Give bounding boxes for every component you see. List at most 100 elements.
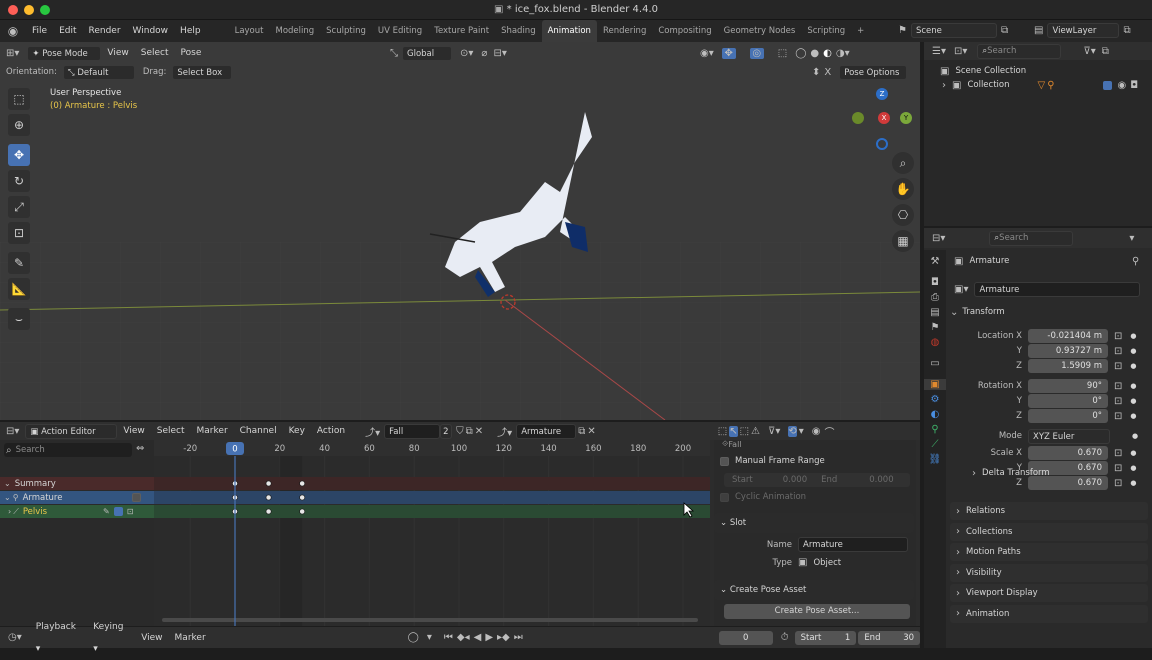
transform-tool-icon[interactable]: ⊡ — [8, 222, 30, 244]
scale-tool-icon[interactable]: ⤢ — [8, 196, 30, 218]
play-reverse-icon[interactable]: ◀ — [474, 632, 482, 643]
gizmo-toggle-icon[interactable]: ✥ — [721, 47, 736, 59]
menu-render[interactable]: Render — [83, 20, 127, 42]
rotation-y-field[interactable]: 0° — [1028, 394, 1108, 408]
show-hidden-icon[interactable]: ↖ — [729, 425, 738, 437]
bone-tab-icon[interactable]: ⟋ — [924, 439, 946, 450]
transform-panel-header[interactable]: ⌄ Transform — [950, 304, 1148, 320]
lock-icon[interactable]: ⊡ — [1114, 361, 1122, 372]
location-z-field[interactable]: 1.5909 m — [1028, 359, 1108, 373]
lock-icon[interactable]: ⊡ — [127, 507, 134, 516]
panel-motion-paths[interactable]: › Motion Paths — [950, 543, 1148, 561]
timeline-menu-view[interactable]: View — [135, 627, 168, 649]
shading-rendered-icon[interactable]: ◑▾ — [836, 48, 850, 59]
breakdowner-tool-icon[interactable]: ⌣ — [8, 308, 30, 330]
shading-wire-icon[interactable]: ◯ — [795, 48, 806, 59]
menu-edit[interactable]: Edit — [53, 20, 82, 42]
rotation-z-field[interactable]: 0° — [1028, 409, 1108, 423]
fake-user-shield-icon[interactable]: ⛉ — [456, 426, 464, 437]
pan-hand-icon[interactable]: ✋ — [892, 178, 914, 200]
unlink-slot-icon[interactable]: ✕ — [587, 426, 595, 437]
play-icon[interactable]: ▶ — [485, 632, 493, 643]
tab-compositing[interactable]: Compositing — [652, 20, 717, 42]
channel-search[interactable]: ⌕ Search — [4, 443, 132, 457]
panel-collections[interactable]: › Collections — [950, 522, 1148, 541]
output-tab-icon[interactable]: ⎙ — [924, 292, 946, 303]
channel-pelvis[interactable]: › ⟋ Pelvis ✎ ⊡ — [0, 505, 154, 518]
keyframe-dot-icon[interactable]: ● — [1130, 397, 1136, 405]
ortho-grid-icon[interactable]: ▦ — [892, 230, 914, 252]
falloff-icon[interactable]: ⌒ — [825, 424, 835, 439]
gizmo-z-axis[interactable]: Z — [876, 88, 888, 100]
tab-geometry-nodes[interactable]: Geometry Nodes — [718, 20, 802, 42]
timeline-editor-icon[interactable]: ◷▾ — [8, 632, 22, 643]
outliner-scene-collection[interactable]: ▣ Scene Collection — [940, 64, 1026, 78]
object-type-icon[interactable]: ▣▾ — [954, 284, 968, 295]
properties-editor-icon[interactable]: ⊟▾ — [932, 233, 945, 244]
view-layer-tab-icon[interactable]: ▤ — [924, 307, 946, 318]
ae-menu-key[interactable]: Key — [283, 420, 311, 442]
tool-tab-icon[interactable]: ⚒ — [924, 256, 946, 267]
unlink-action-icon[interactable]: ✕ — [475, 426, 483, 437]
lock-icon[interactable]: ⊡ — [1114, 411, 1122, 422]
collection-tab-icon[interactable]: ▭ — [924, 358, 946, 369]
editor-mode-dropdown[interactable]: ▣ Action Editor — [25, 423, 118, 439]
ae-filter-icon[interactable]: ⊽▾ — [768, 426, 780, 437]
snap-target-icon[interactable]: ⊟▾ — [493, 48, 506, 59]
lock-icon[interactable]: ⊡ — [1114, 381, 1122, 392]
rotation-mode-keyframe-icon[interactable]: ● — [1132, 432, 1138, 440]
gizmo-neg-z-axis[interactable] — [876, 138, 888, 150]
3d-viewport[interactable]: ⊞▾ ✦ Pose Mode View Select Pose ⤡ Global… — [0, 42, 920, 420]
lock-icon[interactable]: ⊡ — [1114, 331, 1122, 342]
armature-object-icon[interactable]: ⚲ — [1047, 80, 1054, 91]
keyframe-dot-icon[interactable]: ● — [1130, 332, 1136, 340]
armature-mute-checkbox[interactable] — [132, 493, 142, 502]
outliner-editor-icon[interactable]: ☰▾ — [932, 46, 946, 57]
view-layer-name[interactable]: ViewLayer — [1047, 23, 1120, 38]
keyframe-dot-icon[interactable]: ● — [1130, 412, 1136, 420]
only-show-selected-icon[interactable]: ⬚ — [718, 426, 727, 437]
next-keyframe-icon[interactable]: ▸◆ — [497, 632, 510, 643]
mode-selector[interactable]: ✦ Pose Mode — [27, 45, 102, 61]
zoom-icon[interactable]: ⌕ — [892, 152, 914, 174]
panel-delta-transform[interactable]: › Delta Transform — [966, 464, 1148, 482]
viewport-menu-view[interactable]: View — [101, 42, 134, 64]
pose-options-dropdown[interactable]: Pose Options — [839, 64, 908, 80]
scene-tab-icon[interactable]: ⚑ — [924, 322, 946, 333]
tab-layout[interactable]: Layout — [229, 20, 270, 42]
outliner-search[interactable]: ⌕ Search — [977, 43, 1062, 59]
rotation-x-field[interactable]: 90° — [1028, 379, 1108, 393]
channel-summary[interactable]: ⌄ Summary — [0, 477, 154, 490]
object-tab-icon[interactable]: ▣ — [924, 379, 946, 390]
render-tab-icon[interactable]: ◘ — [924, 277, 946, 288]
lock-icon[interactable]: ⊡ — [1114, 346, 1122, 357]
auto-snap-icon[interactable]: ⟲ — [788, 425, 797, 437]
ae-menu-view[interactable]: View — [117, 420, 150, 442]
start-frame-field[interactable]: Start 1 — [794, 630, 857, 645]
tab-animation[interactable]: Animation — [541, 20, 597, 42]
gizmo-x-axis[interactable]: X — [878, 112, 890, 124]
keyframe-dot-icon[interactable]: ● — [1130, 362, 1136, 370]
measure-tool-icon[interactable]: 📐 — [8, 278, 30, 300]
scale-x-field[interactable]: 0.670 — [1028, 446, 1108, 460]
cursor-tool-icon[interactable]: ⊕ — [8, 114, 30, 136]
outliner-collection-row[interactable]: › ▣ Collection ▽ ⚲ ◉ ◘ — [942, 78, 1148, 92]
keying-set-icon[interactable]: ▾ — [427, 632, 432, 643]
tab-uv-editing[interactable]: UV Editing — [372, 20, 428, 42]
action-users-count[interactable]: 2 — [440, 423, 453, 439]
lock-icon[interactable]: ⊡ — [1114, 396, 1122, 407]
blender-logo-icon[interactable]: ◉ — [0, 24, 26, 38]
jump-start-icon[interactable]: ⏮ — [444, 632, 453, 643]
menu-help[interactable]: Help — [174, 20, 207, 42]
snap-mode-icon[interactable]: ▾ — [799, 426, 804, 437]
rotate-tool-icon[interactable]: ↻ — [8, 170, 30, 192]
viewport-menu-pose[interactable]: Pose — [175, 42, 208, 64]
warning-icon[interactable]: ⚠ — [751, 426, 760, 437]
keyframe-dot-icon[interactable]: ● — [1130, 382, 1136, 390]
shading-material-icon[interactable]: ◐ — [823, 48, 832, 59]
create-pose-asset-button[interactable]: Create Pose Asset... — [724, 604, 910, 619]
slot-panel-header[interactable]: ⌄ Slot — [714, 513, 914, 533]
location-y-field[interactable]: 0.93727 m — [1028, 344, 1108, 358]
menu-window[interactable]: Window — [127, 20, 175, 42]
properties-options-icon[interactable]: ▾ — [1129, 233, 1134, 244]
